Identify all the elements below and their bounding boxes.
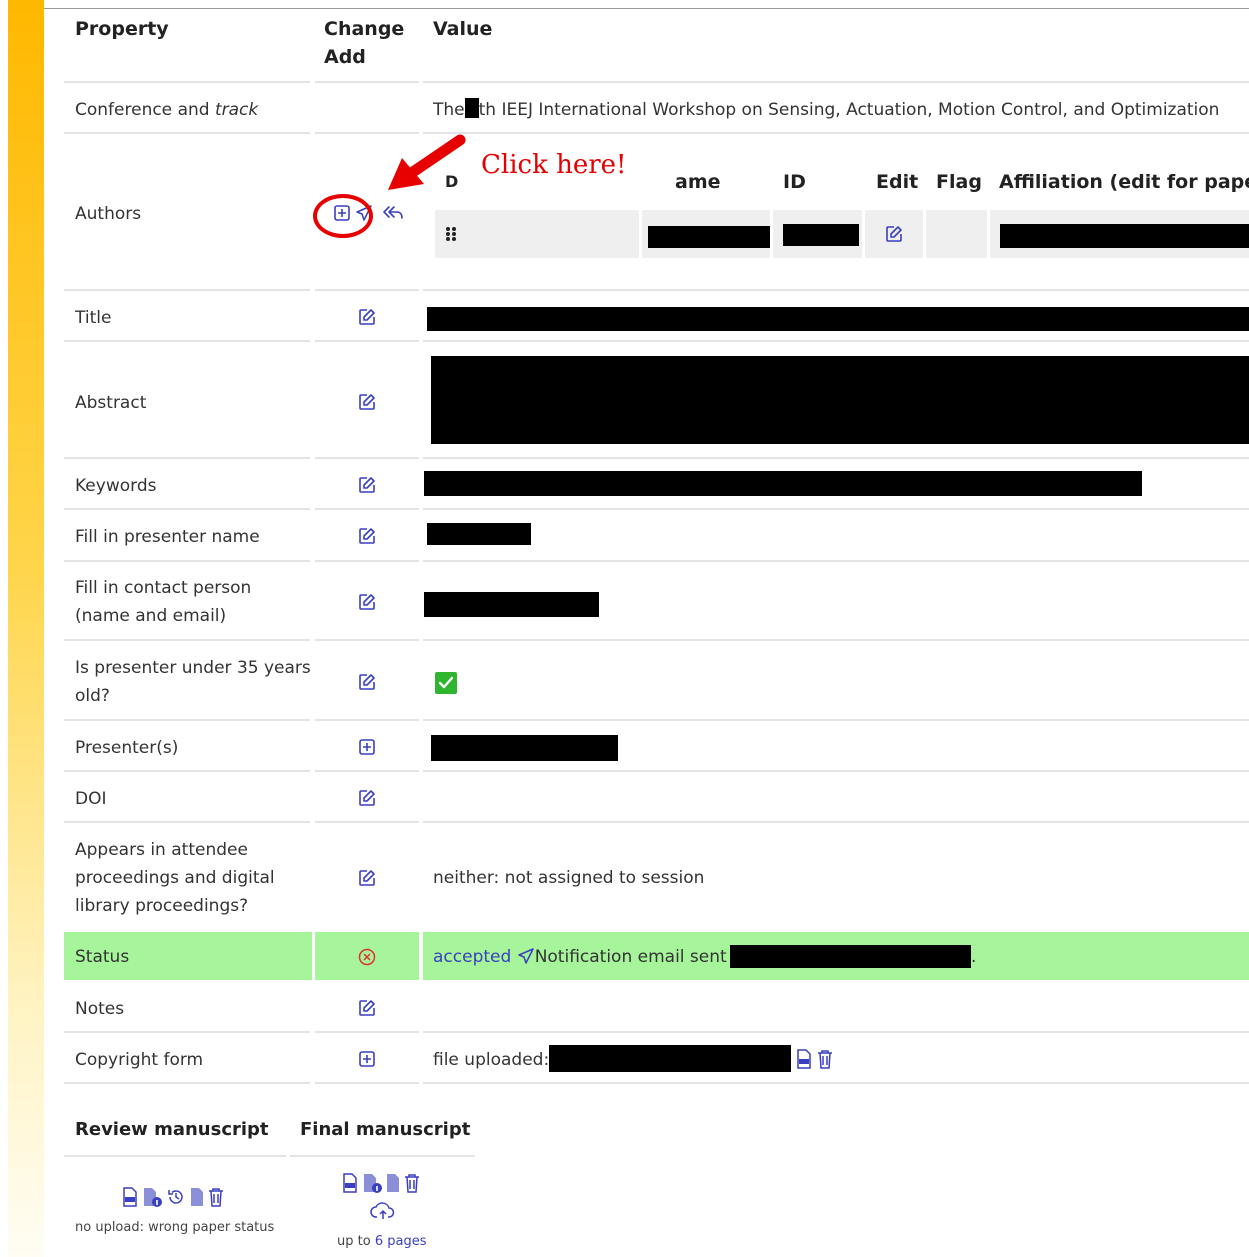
final-manuscript-actions — [342, 1173, 420, 1193]
row-presenter-name-label: Fill in presenter name — [75, 527, 260, 547]
review-manuscript-actions — [122, 1187, 224, 1207]
annotation-circle — [313, 194, 373, 238]
drag-handle-icon[interactable] — [445, 226, 457, 246]
final-manuscript-title: Final manuscript — [300, 1119, 471, 1140]
row-proceedings-value: neither: not assigned to session — [433, 868, 705, 888]
row-notes-label: Notes — [75, 999, 125, 1019]
row-authors-label: Authors — [75, 204, 142, 224]
edit-title-icon[interactable] — [358, 308, 376, 326]
authors-col-affiliation: Affiliation (edit for paper — [999, 171, 1249, 193]
header-value: Value — [433, 18, 493, 40]
edit-keywords-icon[interactable] — [358, 476, 376, 494]
review-trash-icon[interactable] — [208, 1187, 224, 1207]
final-note: up to 6 pages — [337, 1234, 427, 1249]
edit-presenter-name-icon[interactable] — [358, 527, 376, 545]
review-doc-icon[interactable] — [190, 1187, 204, 1207]
edit-contact-icon[interactable] — [358, 593, 376, 611]
reply-all-icon[interactable] — [381, 204, 403, 222]
review-manuscript-title: Review manuscript — [75, 1119, 269, 1140]
row-title-label: Title — [75, 308, 112, 328]
row-under35-label: Is presenter under 35 years old? — [75, 658, 311, 706]
edit-proceedings-icon[interactable] — [358, 869, 376, 887]
row-copyright-value: file uploaded: — [433, 1050, 550, 1070]
authors-col-name: ame — [675, 171, 721, 193]
authors-col-id: ID — [783, 171, 806, 193]
edit-abstract-icon[interactable] — [358, 393, 376, 411]
add-presenter-icon[interactable] — [359, 739, 375, 755]
final-info-icon[interactable] — [362, 1173, 382, 1193]
final-pdf-icon[interactable] — [342, 1173, 358, 1193]
review-pdf-icon[interactable] — [122, 1187, 138, 1207]
final-pages-link[interactable]: 6 pages — [375, 1234, 427, 1249]
status-accepted-link[interactable]: accepted — [433, 947, 511, 967]
row-keywords-label: Keywords — [75, 476, 157, 496]
row-status-value: accepted Notification email sent — [433, 947, 727, 967]
row-proceedings-label: Appears in attendee proceedings and digi… — [75, 840, 275, 916]
authors-col-d: D — [445, 172, 459, 191]
row-conference-value: The th IEEJ International Workshop on Sen… — [433, 98, 1220, 120]
row-conference-label: Conference and track — [75, 100, 259, 120]
authors-col-edit: Edit — [876, 171, 919, 193]
edit-author-icon[interactable] — [885, 225, 903, 243]
pdf-icon[interactable] — [796, 1049, 812, 1069]
final-trash-icon[interactable] — [404, 1173, 420, 1193]
row-doi-label: DOI — [75, 789, 107, 809]
review-history-icon[interactable] — [166, 1187, 186, 1207]
final-doc-icon[interactable] — [386, 1173, 400, 1193]
trash-icon[interactable] — [817, 1049, 833, 1069]
add-copyright-icon[interactable] — [359, 1051, 375, 1067]
edit-under35-icon[interactable] — [358, 673, 376, 691]
edit-notes-icon[interactable] — [358, 999, 376, 1017]
edit-doi-icon[interactable] — [358, 789, 376, 807]
page-sidebar-accent — [8, 0, 44, 1257]
cancel-status-icon[interactable] — [358, 948, 376, 970]
row-abstract-label: Abstract — [75, 393, 147, 413]
row-status-label: Status — [75, 947, 130, 967]
header-property: Property — [75, 18, 169, 40]
authors-col-flag: Flag — [936, 171, 982, 193]
upload-cloud-icon[interactable] — [370, 1201, 396, 1225]
row-contact-label: Fill in contact person (name and email) — [75, 578, 252, 626]
authors-table: D ame ID Edit Flag Affiliation (edit for… — [435, 168, 1249, 258]
review-note: no upload: wrong paper status — [75, 1220, 275, 1235]
row-presenters-label: Presenter(s) — [75, 738, 179, 758]
table-top-border — [44, 8, 1249, 9]
row-copyright-label: Copyright form — [75, 1050, 204, 1070]
header-change-add: Change Add — [324, 18, 405, 68]
review-info-icon[interactable] — [142, 1187, 162, 1207]
checkmark-icon — [435, 672, 457, 698]
send-notification-icon[interactable] — [517, 948, 535, 964]
